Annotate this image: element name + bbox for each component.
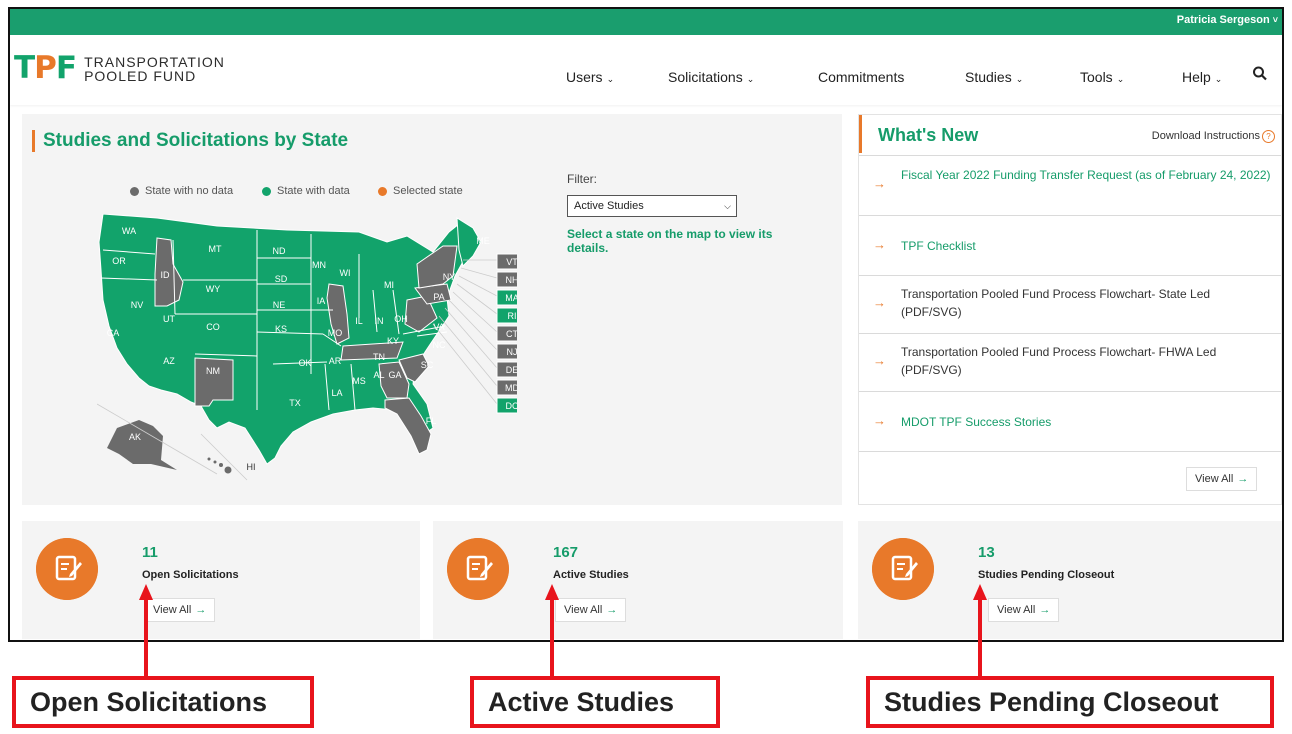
callout-open-solicitations: Open Solicitations: [12, 676, 314, 728]
callout-pointers: [139, 584, 987, 676]
callout-studies-pending-closeout: Studies Pending Closeout: [866, 676, 1274, 728]
callout-active-studies: Active Studies: [470, 676, 720, 728]
